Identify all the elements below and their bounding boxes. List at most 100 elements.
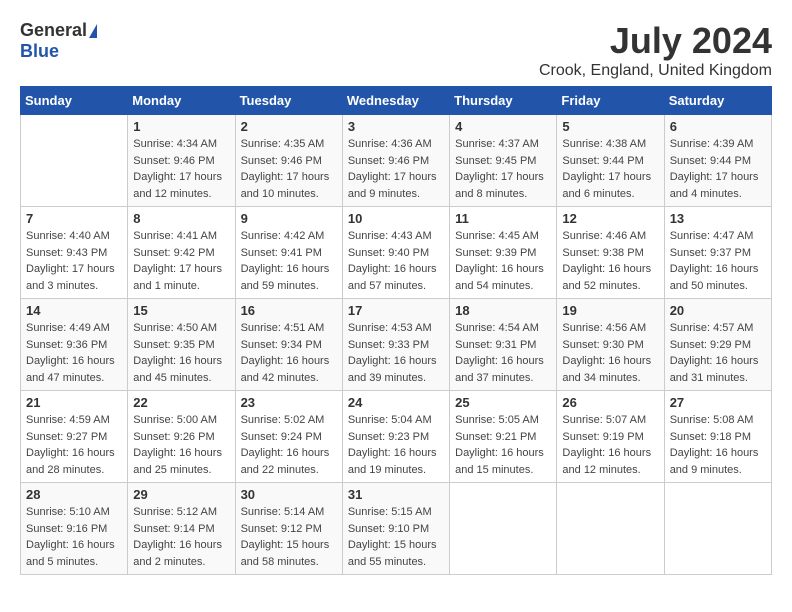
table-cell: 17 Sunrise: 4:53 AM Sunset: 9:33 PM Dayl… <box>342 299 449 391</box>
cell-sunset: Sunset: 9:36 PM <box>26 339 107 351</box>
table-cell: 21 Sunrise: 4:59 AM Sunset: 9:27 PM Dayl… <box>21 391 128 483</box>
page-header: General Blue July 2024 Crook, England, U… <box>20 20 772 80</box>
col-sunday: Sunday <box>21 87 128 115</box>
cell-sunrise: Sunrise: 5:07 AM <box>562 414 646 426</box>
cell-daylight: Daylight: 16 hours and 39 minutes. <box>348 355 437 384</box>
day-number: 28 <box>26 487 122 502</box>
table-cell: 19 Sunrise: 4:56 AM Sunset: 9:30 PM Dayl… <box>557 299 664 391</box>
cell-sunrise: Sunrise: 5:04 AM <box>348 414 432 426</box>
table-cell: 27 Sunrise: 5:08 AM Sunset: 9:18 PM Dayl… <box>664 391 771 483</box>
cell-daylight: Daylight: 16 hours and 31 minutes. <box>670 355 759 384</box>
cell-sunrise: Sunrise: 5:10 AM <box>26 506 110 518</box>
table-row: 21 Sunrise: 4:59 AM Sunset: 9:27 PM Dayl… <box>21 391 772 483</box>
cell-sunset: Sunset: 9:44 PM <box>670 155 751 167</box>
cell-sunset: Sunset: 9:40 PM <box>348 247 429 259</box>
cell-daylight: Daylight: 16 hours and 37 minutes. <box>455 355 544 384</box>
table-cell: 4 Sunrise: 4:37 AM Sunset: 9:45 PM Dayli… <box>450 115 557 207</box>
cell-daylight: Daylight: 16 hours and 25 minutes. <box>133 447 222 476</box>
table-cell: 2 Sunrise: 4:35 AM Sunset: 9:46 PM Dayli… <box>235 115 342 207</box>
cell-sunrise: Sunrise: 4:57 AM <box>670 322 754 334</box>
day-number: 16 <box>241 303 337 318</box>
day-number: 7 <box>26 211 122 226</box>
cell-daylight: Daylight: 17 hours and 8 minutes. <box>455 171 544 200</box>
table-cell: 24 Sunrise: 5:04 AM Sunset: 9:23 PM Dayl… <box>342 391 449 483</box>
table-cell: 25 Sunrise: 5:05 AM Sunset: 9:21 PM Dayl… <box>450 391 557 483</box>
cell-sunrise: Sunrise: 4:34 AM <box>133 138 217 150</box>
cell-sunrise: Sunrise: 4:41 AM <box>133 230 217 242</box>
day-number: 20 <box>670 303 766 318</box>
day-number: 17 <box>348 303 444 318</box>
day-number: 4 <box>455 119 551 134</box>
cell-sunrise: Sunrise: 4:59 AM <box>26 414 110 426</box>
table-cell: 23 Sunrise: 5:02 AM Sunset: 9:24 PM Dayl… <box>235 391 342 483</box>
day-number: 30 <box>241 487 337 502</box>
table-cell: 29 Sunrise: 5:12 AM Sunset: 9:14 PM Dayl… <box>128 483 235 575</box>
cell-sunrise: Sunrise: 4:51 AM <box>241 322 325 334</box>
cell-daylight: Daylight: 17 hours and 12 minutes. <box>133 171 222 200</box>
logo-blue-text: Blue <box>20 41 59 62</box>
cell-daylight: Daylight: 16 hours and 52 minutes. <box>562 263 651 292</box>
cell-sunset: Sunset: 9:45 PM <box>455 155 536 167</box>
day-number: 25 <box>455 395 551 410</box>
day-number: 23 <box>241 395 337 410</box>
table-cell: 12 Sunrise: 4:46 AM Sunset: 9:38 PM Dayl… <box>557 207 664 299</box>
cell-daylight: Daylight: 17 hours and 1 minute. <box>133 263 222 292</box>
cell-sunrise: Sunrise: 4:43 AM <box>348 230 432 242</box>
day-number: 6 <box>670 119 766 134</box>
header-row: Sunday Monday Tuesday Wednesday Thursday… <box>21 87 772 115</box>
cell-daylight: Daylight: 16 hours and 42 minutes. <box>241 355 330 384</box>
table-cell: 28 Sunrise: 5:10 AM Sunset: 9:16 PM Dayl… <box>21 483 128 575</box>
cell-sunset: Sunset: 9:46 PM <box>133 155 214 167</box>
table-cell: 10 Sunrise: 4:43 AM Sunset: 9:40 PM Dayl… <box>342 207 449 299</box>
col-monday: Monday <box>128 87 235 115</box>
cell-daylight: Daylight: 16 hours and 34 minutes. <box>562 355 651 384</box>
day-number: 11 <box>455 211 551 226</box>
cell-sunrise: Sunrise: 4:42 AM <box>241 230 325 242</box>
cell-sunset: Sunset: 9:39 PM <box>455 247 536 259</box>
cell-daylight: Daylight: 15 hours and 58 minutes. <box>241 539 330 568</box>
cell-sunrise: Sunrise: 4:36 AM <box>348 138 432 150</box>
cell-sunrise: Sunrise: 5:12 AM <box>133 506 217 518</box>
day-number: 18 <box>455 303 551 318</box>
cell-sunset: Sunset: 9:46 PM <box>348 155 429 167</box>
cell-daylight: Daylight: 16 hours and 50 minutes. <box>670 263 759 292</box>
table-cell <box>21 115 128 207</box>
day-number: 15 <box>133 303 229 318</box>
location-title: Crook, England, United Kingdom <box>539 62 772 80</box>
table-cell: 20 Sunrise: 4:57 AM Sunset: 9:29 PM Dayl… <box>664 299 771 391</box>
cell-sunrise: Sunrise: 5:05 AM <box>455 414 539 426</box>
day-number: 1 <box>133 119 229 134</box>
cell-sunset: Sunset: 9:34 PM <box>241 339 322 351</box>
day-number: 5 <box>562 119 658 134</box>
cell-sunset: Sunset: 9:12 PM <box>241 523 322 535</box>
table-cell: 16 Sunrise: 4:51 AM Sunset: 9:34 PM Dayl… <box>235 299 342 391</box>
table-row: 28 Sunrise: 5:10 AM Sunset: 9:16 PM Dayl… <box>21 483 772 575</box>
cell-daylight: Daylight: 16 hours and 22 minutes. <box>241 447 330 476</box>
table-cell: 14 Sunrise: 4:49 AM Sunset: 9:36 PM Dayl… <box>21 299 128 391</box>
day-number: 2 <box>241 119 337 134</box>
day-number: 27 <box>670 395 766 410</box>
table-cell <box>450 483 557 575</box>
cell-sunrise: Sunrise: 4:40 AM <box>26 230 110 242</box>
cell-sunset: Sunset: 9:41 PM <box>241 247 322 259</box>
day-number: 22 <box>133 395 229 410</box>
cell-daylight: Daylight: 17 hours and 6 minutes. <box>562 171 651 200</box>
cell-sunrise: Sunrise: 4:37 AM <box>455 138 539 150</box>
cell-sunrise: Sunrise: 5:00 AM <box>133 414 217 426</box>
cell-daylight: Daylight: 15 hours and 55 minutes. <box>348 539 437 568</box>
cell-sunrise: Sunrise: 4:47 AM <box>670 230 754 242</box>
col-thursday: Thursday <box>450 87 557 115</box>
cell-daylight: Daylight: 17 hours and 9 minutes. <box>348 171 437 200</box>
cell-daylight: Daylight: 16 hours and 28 minutes. <box>26 447 115 476</box>
cell-sunrise: Sunrise: 5:14 AM <box>241 506 325 518</box>
cell-sunset: Sunset: 9:37 PM <box>670 247 751 259</box>
table-cell <box>557 483 664 575</box>
table-cell: 26 Sunrise: 5:07 AM Sunset: 9:19 PM Dayl… <box>557 391 664 483</box>
cell-sunrise: Sunrise: 4:49 AM <box>26 322 110 334</box>
table-cell: 7 Sunrise: 4:40 AM Sunset: 9:43 PM Dayli… <box>21 207 128 299</box>
table-cell: 9 Sunrise: 4:42 AM Sunset: 9:41 PM Dayli… <box>235 207 342 299</box>
cell-sunrise: Sunrise: 4:53 AM <box>348 322 432 334</box>
day-number: 10 <box>348 211 444 226</box>
col-friday: Friday <box>557 87 664 115</box>
cell-daylight: Daylight: 16 hours and 5 minutes. <box>26 539 115 568</box>
